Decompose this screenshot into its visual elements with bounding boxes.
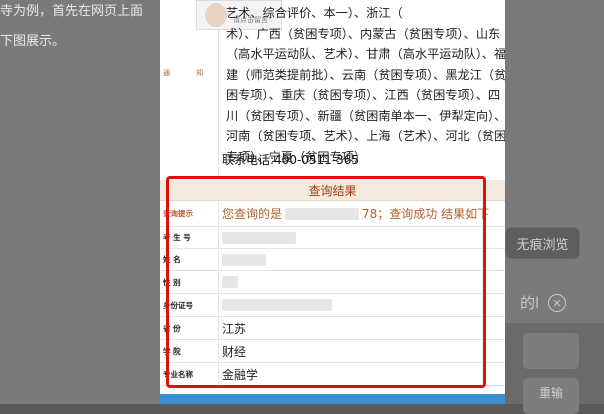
notice-line: 川（贫困专项）、新疆（贫困南单本一、伊犁定向）、	[226, 108, 505, 123]
notice-body: 艺术、综合评价、本一）、浙江（ 术）、广西（贫困专项）、内蒙古（贫困专项）、山东…	[226, 3, 505, 167]
keyboard-candidate-word[interactable]: 的l	[520, 292, 539, 313]
highlight-frame	[166, 176, 486, 388]
avatar	[205, 3, 227, 27]
retype-key[interactable]: 重输	[523, 378, 579, 414]
backspace-key[interactable]	[523, 333, 579, 369]
background-text-line-2: 下图展示。	[0, 34, 66, 49]
notice-line: 术）、广西（贫困专项）、内蒙古（贫困专项）、山东	[226, 26, 501, 41]
notice-label: 通 知	[163, 69, 216, 77]
bottom-blue-bar	[160, 394, 505, 404]
notice-line: （高水平运动队、艺术）、甘肃（高水平运动队）、福	[226, 47, 505, 61]
contact-phone: 联系电话:400-0511-365	[222, 153, 360, 167]
notice-line: 河南（贫困专项、艺术）、上海（艺术）、河北（贫困	[226, 129, 505, 143]
clear-input-icon[interactable]: ✕	[548, 294, 566, 312]
notice-line: 艺术、综合评价、本一）、浙江（	[226, 6, 403, 20]
background-text-line-1: 寺为例，首先在网页上面	[0, 4, 144, 19]
notice-line: 困专项）、重庆（贫困专项）、江西（贫困专项）、四	[226, 88, 501, 102]
notice-line: 建（师范类提前批）、云南（贫困专项）、黑龙江（贫	[226, 67, 505, 82]
incognito-browse-button[interactable]: 无痕浏览	[505, 227, 580, 259]
